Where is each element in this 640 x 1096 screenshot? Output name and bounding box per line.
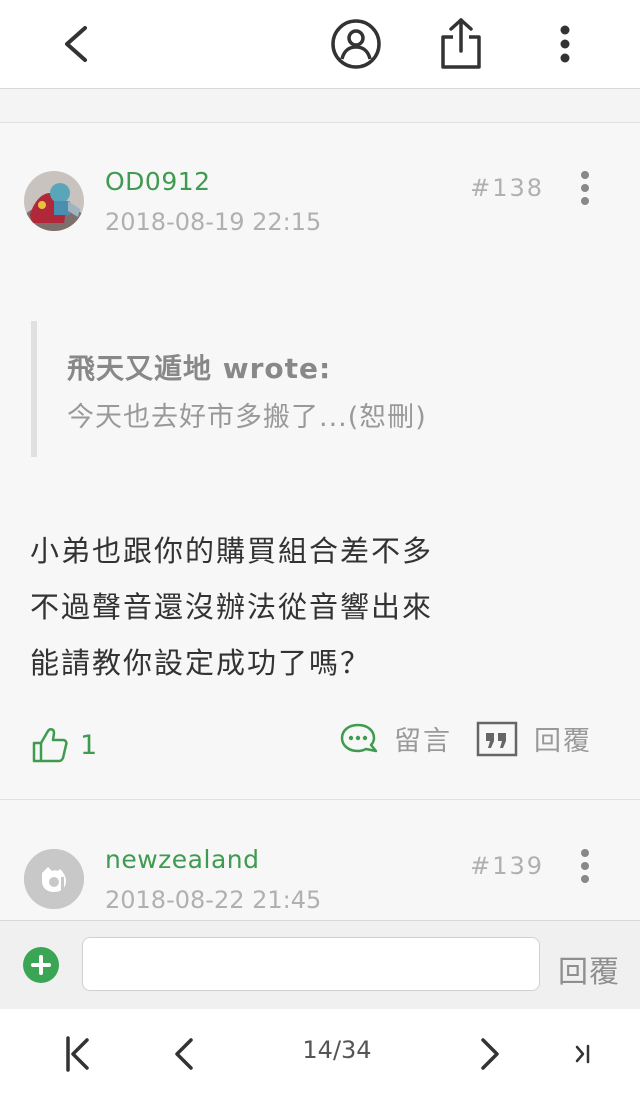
last-page-button[interactable] [566,1029,600,1079]
post-body-line: 能請教你設定成功了嗎？ [30,646,372,680]
share-button[interactable] [431,14,491,74]
chevron-left-icon [175,1038,193,1070]
quote-author: 飛天又遁地 wrote: [67,352,332,385]
post-card: OD0912 2018-08-19 22:15 #138 飛天又遁地 wrote… [0,123,640,800]
post-card: newzealand 2018-08-22 21:45 #139 [0,801,640,920]
post-body-line: 不過聲音還沒辦法從音響出來 [30,590,434,624]
thumbs-up-icon [32,728,68,763]
post-body: 小弟也跟你的購買組合差不多 不過聲音還沒辦法從音響出來 能請教你設定成功了嗎？ [30,523,610,691]
back-icon [65,26,87,62]
last-page-icon [575,1044,590,1064]
prev-page-button[interactable] [162,1029,206,1079]
user-circle-icon [331,19,381,69]
share-icon [441,18,481,69]
reply-input[interactable] [82,937,540,991]
separator-band [0,89,640,123]
username[interactable]: OD0912 [105,167,211,196]
quote-icon [476,721,518,756]
dot-icon [581,849,589,857]
add-attachment-button[interactable] [23,947,59,983]
page-indicator[interactable]: 14/34 [280,1036,394,1064]
more-vertical-icon [560,25,570,63]
send-reply-button[interactable]: 回覆 [558,947,620,991]
reply-label: 回覆 [534,726,592,757]
post-datetime: 2018-08-19 22:15 [105,208,322,236]
dot-icon [581,197,589,205]
avatar[interactable] [24,849,84,909]
floor-number: #138 [470,174,544,202]
post-body-line: 小弟也跟你的購買組合差不多 [30,534,434,568]
like-button[interactable]: 1 [30,725,97,765]
dot-icon [581,184,589,192]
next-page-button[interactable] [468,1029,512,1079]
avatar[interactable] [24,171,84,231]
pagination-bar: 14/34 [0,1009,640,1096]
comment-bubble-icon [340,723,378,752]
comment-button[interactable]: 留言 [338,719,452,758]
username[interactable]: newzealand [105,845,259,874]
dot-icon [581,862,589,870]
dot-icon [581,171,589,179]
post-actions: 1 留言 回覆 [0,719,640,779]
quote-block: 飛天又遁地 wrote: 今天也去好市多搬了...(恕刪) [31,321,597,457]
profile-button[interactable] [326,14,386,74]
post-more-button[interactable] [570,846,600,886]
top-bar [0,0,640,89]
compose-bar: 回覆 [0,920,640,1010]
quote-text: 今天也去好市多搬了...(恕刪) [67,402,427,433]
like-count: 1 [80,729,98,761]
first-page-button[interactable] [56,1029,100,1079]
dot-icon [581,875,589,883]
avatar-image [24,171,84,231]
chevron-right-icon [481,1038,499,1070]
comment-label: 留言 [394,726,452,757]
floor-number: #139 [470,852,544,880]
reply-quote-button[interactable]: 回覆 [476,719,592,758]
more-button[interactable] [535,14,595,74]
default-avatar-icon [24,849,84,909]
post-datetime: 2018-08-22 21:45 [105,886,322,914]
post-more-button[interactable] [570,168,600,208]
first-page-icon [66,1036,89,1072]
back-button[interactable] [46,14,106,74]
